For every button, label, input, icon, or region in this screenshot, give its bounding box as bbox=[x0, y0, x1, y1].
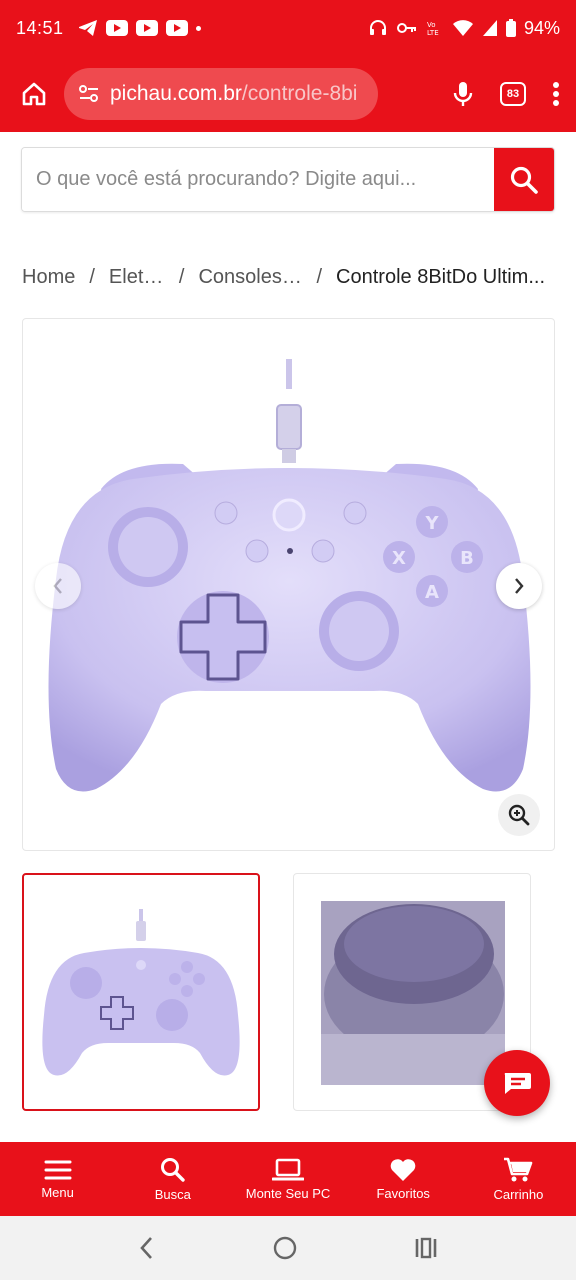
nav-carrinho-label: Carrinho bbox=[493, 1186, 544, 1202]
zoom-button[interactable] bbox=[498, 794, 540, 836]
signal-icon bbox=[482, 20, 497, 36]
zoom-in-icon bbox=[508, 804, 530, 826]
nav-favoritos[interactable]: Favoritos bbox=[346, 1142, 461, 1216]
search-button[interactable] bbox=[494, 148, 554, 211]
breadcrumb-separator: / bbox=[89, 266, 95, 288]
url-domain: pichau.com.br bbox=[110, 82, 242, 105]
microphone-icon[interactable] bbox=[452, 80, 474, 108]
chat-icon bbox=[504, 1073, 531, 1094]
nav-favoritos-label: Favoritos bbox=[376, 1185, 430, 1201]
nav-menu[interactable]: Menu bbox=[0, 1142, 115, 1216]
face-button-x: X bbox=[392, 548, 406, 569]
wifi-icon bbox=[452, 20, 473, 36]
browser-toolbar: pichau.com.br/controle-8bi 83 bbox=[0, 56, 576, 132]
face-button-y: Y bbox=[424, 513, 439, 534]
nav-menu-label: Menu bbox=[41, 1184, 74, 1200]
headset-icon bbox=[369, 20, 386, 35]
status-bar: 14:51 Vo LTE 94% bbox=[0, 0, 576, 56]
youtube-icon bbox=[135, 20, 158, 36]
breadcrumb-electronics[interactable]: Eletr... bbox=[109, 266, 165, 289]
home-button[interactable] bbox=[14, 74, 54, 114]
more-options-icon[interactable] bbox=[552, 81, 560, 107]
gallery-prev-button[interactable] bbox=[35, 563, 81, 609]
site-settings-icon[interactable] bbox=[78, 84, 100, 104]
youtube-icon bbox=[165, 20, 188, 36]
notification-icons bbox=[78, 19, 201, 37]
more-notifications-icon bbox=[195, 25, 201, 31]
telegram-icon bbox=[78, 20, 97, 36]
breadcrumb-current: Controle 8BitDo Ultim... bbox=[336, 266, 546, 288]
volte-icon: VoLTE bbox=[427, 21, 439, 37]
status-time: 14:51 bbox=[16, 17, 64, 38]
youtube-icon bbox=[105, 20, 128, 36]
system-navigation bbox=[0, 1216, 576, 1280]
breadcrumb: Home / Eletr... / Consoles ... / Control… bbox=[22, 266, 556, 289]
address-bar[interactable]: pichau.com.br/controle-8bi bbox=[64, 68, 378, 120]
site-search bbox=[21, 147, 555, 212]
home-circle-icon[interactable] bbox=[272, 1235, 298, 1261]
recents-icon[interactable] bbox=[413, 1236, 439, 1260]
thumbnail-image bbox=[42, 909, 240, 1076]
heart-icon bbox=[390, 1158, 416, 1181]
chat-button[interactable] bbox=[484, 1050, 550, 1116]
svg-text:LTE: LTE bbox=[427, 29, 439, 37]
chevron-left-icon bbox=[53, 578, 62, 594]
nav-busca[interactable]: Busca bbox=[115, 1142, 230, 1216]
tab-switcher-button[interactable]: 83 bbox=[500, 82, 526, 106]
status-right: Vo LTE 94% bbox=[368, 18, 560, 39]
battery-icon bbox=[505, 19, 516, 37]
svg-text:Vo: Vo bbox=[427, 21, 436, 29]
nav-carrinho[interactable]: Carrinho bbox=[461, 1142, 576, 1216]
breadcrumb-separator: / bbox=[178, 266, 185, 288]
search-icon bbox=[160, 1157, 185, 1182]
gallery-next-button[interactable] bbox=[496, 563, 542, 609]
menu-icon bbox=[44, 1160, 72, 1179]
cart-icon bbox=[504, 1157, 533, 1181]
bottom-navigation: Menu Busca Monte Seu PC Favoritos Carrin… bbox=[0, 1142, 576, 1216]
key-icon bbox=[396, 23, 416, 33]
nav-monte-seu-pc-label: Monte Seu PC bbox=[245, 1185, 331, 1201]
chevron-right-icon bbox=[515, 578, 524, 594]
browser-actions: 83 bbox=[452, 80, 562, 108]
search-input[interactable] bbox=[22, 148, 494, 211]
thumbnail-1[interactable] bbox=[22, 873, 260, 1111]
laptop-icon bbox=[272, 1158, 304, 1180]
battery-percent: 94% bbox=[523, 17, 560, 38]
nav-monte-seu-pc[interactable]: Monte Seu PC bbox=[230, 1142, 345, 1216]
url-path: /controle-8bi bbox=[241, 82, 358, 105]
search-icon bbox=[510, 166, 538, 194]
home-icon bbox=[22, 82, 46, 106]
breadcrumb-consoles[interactable]: Consoles ... bbox=[198, 266, 302, 289]
face-button-a: A bbox=[425, 582, 439, 603]
nav-busca-label: Busca bbox=[154, 1186, 191, 1202]
product-gallery: Y X B A bbox=[22, 318, 555, 851]
back-icon[interactable] bbox=[137, 1235, 157, 1261]
breadcrumb-separator: / bbox=[316, 266, 323, 288]
breadcrumb-home[interactable]: Home bbox=[22, 266, 75, 289]
product-image: Y X B A bbox=[48, 359, 531, 792]
face-button-b: B bbox=[460, 548, 474, 569]
